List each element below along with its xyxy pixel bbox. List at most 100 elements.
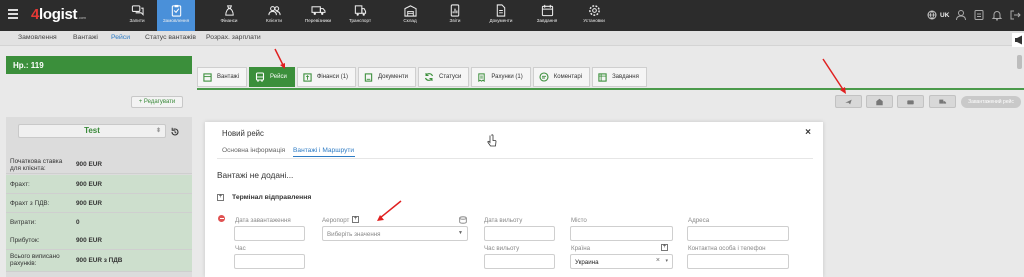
nav-item-requests[interactable]: Запити: [118, 0, 156, 31]
address-input[interactable]: [687, 226, 789, 241]
nav-item-carriers[interactable]: Перевізники: [299, 0, 337, 31]
history-icon[interactable]: [170, 127, 180, 137]
departure-terminal-section: + Термінал відправлення: [217, 194, 312, 201]
modal-title: Новий рейс: [222, 129, 264, 138]
nav-item-warehouse[interactable]: Склад: [391, 0, 429, 31]
warehouse-action-button[interactable]: [866, 95, 893, 108]
bus-icon: [255, 72, 265, 82]
close-icon[interactable]: ×: [805, 127, 811, 138]
subnav-trips[interactable]: Рейси: [111, 34, 130, 41]
nav-item-finance[interactable]: Фінанси: [210, 0, 248, 31]
chat-icon: [131, 5, 144, 16]
warehouse-icon: [876, 98, 883, 106]
report-icon: [450, 4, 460, 17]
load-date-input[interactable]: [234, 226, 305, 241]
no-cargo-notice: Вантажі не додані...: [217, 170, 294, 180]
add-country-button[interactable]: +: [661, 244, 668, 251]
country-label: Країна: [571, 245, 591, 252]
city-input[interactable]: [570, 226, 673, 241]
logout-icon[interactable]: [1009, 9, 1022, 21]
vehicle-icon: [354, 5, 367, 16]
language-selector[interactable]: UK: [940, 12, 949, 19]
remove-terminal-button[interactable]: [218, 215, 225, 222]
summary-row: Початкова ставка для клієнта: 900 EUR: [6, 155, 192, 174]
document-icon: [496, 4, 506, 17]
expand-section-button[interactable]: +: [217, 194, 224, 201]
summary-row: Прибуток: 900 EUR: [6, 231, 192, 250]
sub-navigation-bar: Замовлення Вантажі Рейси Статус вантажів…: [0, 31, 1024, 46]
contact-label: Контактна особа і телефон: [688, 245, 766, 252]
truck-action-button[interactable]: [929, 95, 956, 108]
nav-item-documents[interactable]: Документи: [482, 0, 520, 31]
airport-select[interactable]: Виберіть значення ▼: [322, 226, 468, 241]
tab-statuses[interactable]: Статуси: [418, 67, 470, 87]
order-tabs: Вантажі Рейси Фінанси (1) Документи Стат…: [197, 67, 649, 89]
database-icon[interactable]: [459, 216, 467, 224]
hamburger-menu-icon[interactable]: [8, 9, 18, 19]
order-summary-card: Test ⬍ Початкова ставка для клієнта: 900 …: [6, 117, 192, 277]
city-label: Місто: [571, 217, 587, 224]
document-icon: [364, 72, 373, 82]
clipboard-icon: [171, 4, 181, 17]
edit-order-button[interactable]: + Редагувати: [131, 96, 183, 108]
address-label: Адреса: [688, 217, 710, 224]
subnav-cargo[interactable]: Вантажі: [73, 34, 98, 41]
clear-icon[interactable]: ×: [656, 257, 660, 264]
users-icon: [267, 6, 281, 16]
airport-label: Аеропорт: [322, 217, 350, 224]
annotation-arrow: [822, 58, 846, 94]
departure-date-label: Дата вильоту: [484, 217, 523, 224]
summary-row: Фрахт з ПДВ: 900 EUR: [6, 194, 192, 213]
vehicle-action-button[interactable]: [897, 95, 924, 108]
chevron-down-icon: ▾: [665, 258, 668, 264]
subnav-salary[interactable]: Розрах. зарплати: [206, 34, 261, 41]
nav-item-clients[interactable]: Клієнти: [255, 0, 293, 31]
globe-icon[interactable]: [927, 10, 937, 20]
app-logo[interactable]: 4logist.com: [31, 6, 86, 23]
plane-icon: [845, 99, 852, 105]
contact-input[interactable]: [687, 254, 789, 269]
order-number-header: Нр.: 119: [6, 56, 192, 74]
loaded-trip-button[interactable]: Завантажений рейс: [961, 96, 1021, 108]
time-input[interactable]: [234, 254, 305, 269]
tab-finance[interactable]: Фінанси (1): [296, 67, 357, 87]
user-icon[interactable]: [955, 9, 967, 21]
route-action-button[interactable]: [835, 95, 862, 108]
summary-row: Витрати: 0: [6, 213, 192, 232]
subnav-cargo-status[interactable]: Статус вантажів: [145, 34, 196, 41]
tab-invoices[interactable]: Рахунки (1): [471, 67, 531, 87]
bell-icon[interactable]: [991, 9, 1003, 21]
summary-row: Всього виписано рахунків: 900 EUR з ПДВ: [6, 250, 192, 272]
tab-tasks[interactable]: Завдання: [592, 67, 647, 87]
tab-cargo[interactable]: Вантажі: [197, 67, 248, 87]
nav-item-orders[interactable]: Замовлення: [157, 0, 195, 31]
task-icon: [598, 72, 607, 82]
tab-trips[interactable]: Рейси: [249, 67, 295, 87]
departure-date-input[interactable]: [484, 226, 555, 241]
refresh-icon: [424, 73, 434, 81]
announcement-icon[interactable]: [1012, 33, 1024, 47]
tab-documents[interactable]: Документи: [358, 67, 416, 87]
comment-icon: [539, 72, 549, 82]
scrollbar-thumb[interactable]: [1017, 55, 1022, 69]
car-icon: [907, 100, 914, 105]
order-side-panel: Нр.: 119: [6, 56, 192, 74]
tab-basic-info[interactable]: Основна інформація: [222, 147, 285, 154]
departure-time-label: Час вильоту: [484, 245, 520, 252]
tab-cargo-routes[interactable]: Вантажі і Маршрути: [293, 147, 354, 154]
truck-icon: [310, 6, 326, 15]
nav-item-tasks[interactable]: Завдання: [528, 0, 566, 31]
departure-time-input[interactable]: [484, 254, 555, 269]
top-right-tools: UK: [927, 8, 1022, 22]
notes-icon[interactable]: [973, 9, 985, 21]
nav-item-reports[interactable]: Звіти: [436, 0, 474, 31]
subnav-orders[interactable]: Замовлення: [18, 34, 57, 41]
invoice-icon: [478, 72, 486, 82]
country-select[interactable]: Украина × ▾: [570, 254, 673, 269]
top-navigation-bar: 4logist.com Запити Замовлення Фінанси Кл…: [0, 0, 1024, 31]
client-select[interactable]: Test ⬍: [18, 124, 166, 138]
nav-item-settings[interactable]: Установки: [575, 0, 613, 31]
nav-item-transport[interactable]: Транспорт: [341, 0, 379, 31]
tab-comments[interactable]: Коментарі: [532, 67, 591, 87]
add-airport-button[interactable]: +: [352, 216, 359, 223]
